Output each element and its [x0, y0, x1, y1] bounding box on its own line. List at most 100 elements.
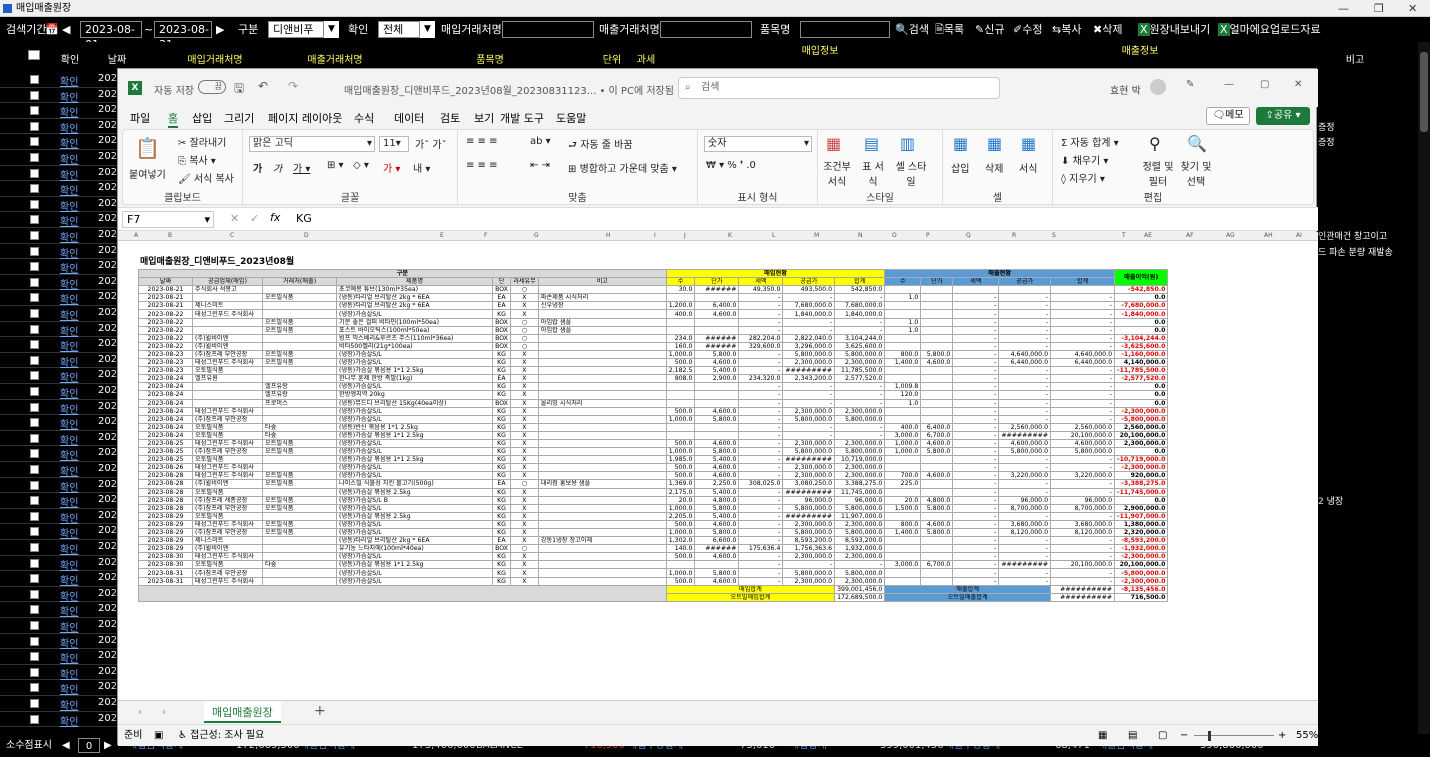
- row-checkbox[interactable]: [30, 293, 39, 303]
- table-row[interactable]: 2023-08-24 엘프유원 한나무 훈제 한방 족발(1kg) EA X 808.0 2…: [138, 374, 1169, 384]
- confirm-link[interactable]: 확인: [60, 447, 78, 462]
- table-cell[interactable]: [262, 487, 337, 497]
- table-cell[interactable]: [262, 544, 337, 554]
- table-cell[interactable]: KG: [492, 358, 511, 368]
- tab-menu-0[interactable]: 파일: [130, 110, 150, 126]
- table-cell[interactable]: -7,680,000.0: [1114, 301, 1169, 311]
- table-cell[interactable]: -: [998, 293, 1052, 303]
- table-cell[interactable]: #########: [782, 366, 836, 376]
- tab-menu-2[interactable]: 삽입: [192, 110, 212, 126]
- table-cell[interactable]: 태성그린푸드 주식회사: [192, 519, 263, 530]
- table-cell[interactable]: 나이스밀 식물성 치킨 볼고기(500g): [336, 479, 493, 489]
- table-cell[interactable]: [884, 374, 922, 384]
- table-cell[interactable]: [884, 568, 922, 578]
- table-cell[interactable]: (냉동)가슴살 볶음용 2.5kg: [336, 511, 493, 521]
- table-cell[interactable]: [884, 366, 922, 376]
- table-cell[interactable]: 20,100,000.0: [1050, 560, 1116, 570]
- table-cell[interactable]: 공급업체(매입): [192, 277, 263, 287]
- table-cell[interactable]: 716,500.0: [1114, 592, 1169, 602]
- table-cell[interactable]: 4,600.0: [694, 519, 740, 530]
- table-cell[interactable]: 2023-08-28: [138, 495, 193, 505]
- table-cell[interactable]: -: [738, 293, 784, 303]
- confirm-link[interactable]: 확인: [60, 697, 78, 712]
- table-cell[interactable]: X: [510, 422, 539, 432]
- table-cell[interactable]: 500.0: [665, 471, 696, 481]
- table-cell[interactable]: [537, 285, 667, 295]
- table-cell[interactable]: 2,300,000.0: [782, 519, 836, 530]
- table-cell[interactable]: -: [952, 576, 1000, 586]
- table-cell[interactable]: [920, 544, 954, 554]
- tab-menu-6[interactable]: 데이터: [394, 110, 424, 126]
- table-cell[interactable]: 오토필식품: [192, 487, 263, 497]
- table-row[interactable]: 2023-08-24 오토필식품 타숲 (냉동)가슴살 볶음용 1*1 2.5kg KG…: [138, 430, 1169, 440]
- fill-color-icon[interactable]: ◇ ▾: [353, 160, 369, 171]
- table-cell[interactable]: BOX: [492, 333, 511, 343]
- table-cell[interactable]: [537, 487, 667, 497]
- table-cell[interactable]: X: [510, 463, 539, 473]
- table-cell[interactable]: 5,800,000.0: [782, 447, 836, 457]
- table-cell[interactable]: 태성그린푸드 주식회사: [192, 438, 263, 449]
- date-from-input[interactable]: 2023-08-01: [80, 21, 142, 51]
- table-cell[interactable]: -: [1050, 366, 1116, 376]
- table-cell[interactable]: 5,800,000.0: [834, 447, 886, 457]
- number-format-select[interactable]: 숫자 ▾: [704, 136, 812, 152]
- table-cell[interactable]: 2,822,040.0: [782, 333, 836, 343]
- table-cell[interactable]: 유기농 느타지에(100ml*40ea): [336, 544, 493, 554]
- table-cell[interactable]: 11,907,000.0: [834, 511, 886, 521]
- table-cell[interactable]: -: [952, 430, 1000, 440]
- table-cell[interactable]: 96,000.0: [1050, 495, 1116, 505]
- table-cell[interactable]: 234,320.0: [738, 374, 784, 384]
- table-cell[interactable]: -: [1050, 398, 1116, 408]
- confirm-link[interactable]: 확인: [60, 245, 78, 260]
- table-cell[interactable]: -5,800,000.0: [1114, 568, 1169, 578]
- table-cell[interactable]: 96,000.0: [782, 495, 836, 505]
- table-cell[interactable]: [262, 374, 337, 384]
- table-cell[interactable]: 1.0: [884, 398, 922, 408]
- ledger-table[interactable]: 구분 매입현황 매출현황 매출이익(원) 날짜 공급업체(매입) 거래처(매출) 제품명 단 과세…: [138, 268, 1169, 602]
- table-cell[interactable]: [884, 414, 922, 424]
- table-cell[interactable]: EA: [492, 374, 511, 384]
- table-cell[interactable]: [665, 390, 696, 400]
- table-cell[interactable]: 225.0: [884, 479, 922, 489]
- table-cell[interactable]: -: [738, 366, 784, 376]
- table-cell[interactable]: [920, 406, 954, 416]
- table-cell[interactable]: [537, 333, 667, 343]
- column-letter[interactable]: D: [304, 232, 309, 239]
- table-cell[interactable]: 2023-08-29: [138, 519, 193, 530]
- clear-button[interactable]: ◊ 지우기 ▾: [1061, 170, 1105, 185]
- table-cell[interactable]: [537, 349, 667, 360]
- table-cell[interactable]: 제니스미트: [192, 301, 263, 311]
- table-cell[interactable]: -: [952, 536, 1000, 546]
- table-cell[interactable]: 2,300,000.0: [782, 358, 836, 368]
- table-cell[interactable]: KG: [492, 382, 511, 392]
- confirm-link[interactable]: 확인: [60, 541, 78, 556]
- table-cell[interactable]: #########: [998, 430, 1052, 440]
- table-cell[interactable]: [884, 511, 922, 521]
- table-row[interactable]: 확인 2023: [0, 509, 123, 525]
- row-checkbox[interactable]: [30, 137, 39, 147]
- table-cell[interactable]: 1,000.0: [665, 568, 696, 578]
- table-cell[interactable]: 2,300,000.0: [1114, 438, 1169, 449]
- table-cell[interactable]: 태성그린푸드 주식회사: [192, 471, 263, 481]
- table-cell[interactable]: (냉장)가슴살S/L: [336, 438, 493, 449]
- row-checkbox[interactable]: [30, 527, 39, 537]
- column-letter[interactable]: H: [606, 232, 611, 239]
- table-cell[interactable]: 2,900.0: [694, 374, 740, 384]
- row-checkbox[interactable]: [30, 90, 39, 100]
- restore-button[interactable]: ❐: [1374, 0, 1384, 17]
- table-cell[interactable]: EA: [492, 301, 511, 311]
- table-cell[interactable]: [537, 414, 667, 424]
- table-cell[interactable]: [920, 568, 954, 578]
- table-cell[interactable]: [262, 511, 337, 521]
- indent-icon[interactable]: ⇤ ⇥: [530, 160, 550, 171]
- table-cell[interactable]: 2023-08-23: [138, 366, 193, 376]
- table-cell[interactable]: [920, 341, 954, 351]
- table-cell[interactable]: KG: [492, 390, 511, 400]
- table-cell[interactable]: -: [998, 398, 1052, 408]
- table-cell[interactable]: X: [510, 358, 539, 368]
- table-cell[interactable]: 한방앵지역 20kg: [336, 390, 493, 400]
- table-row[interactable]: 확인 2023: [0, 88, 123, 104]
- row-checkbox[interactable]: [30, 277, 39, 287]
- table-cell[interactable]: [262, 576, 337, 586]
- chevron-left-icon[interactable]: ◀: [62, 734, 70, 757]
